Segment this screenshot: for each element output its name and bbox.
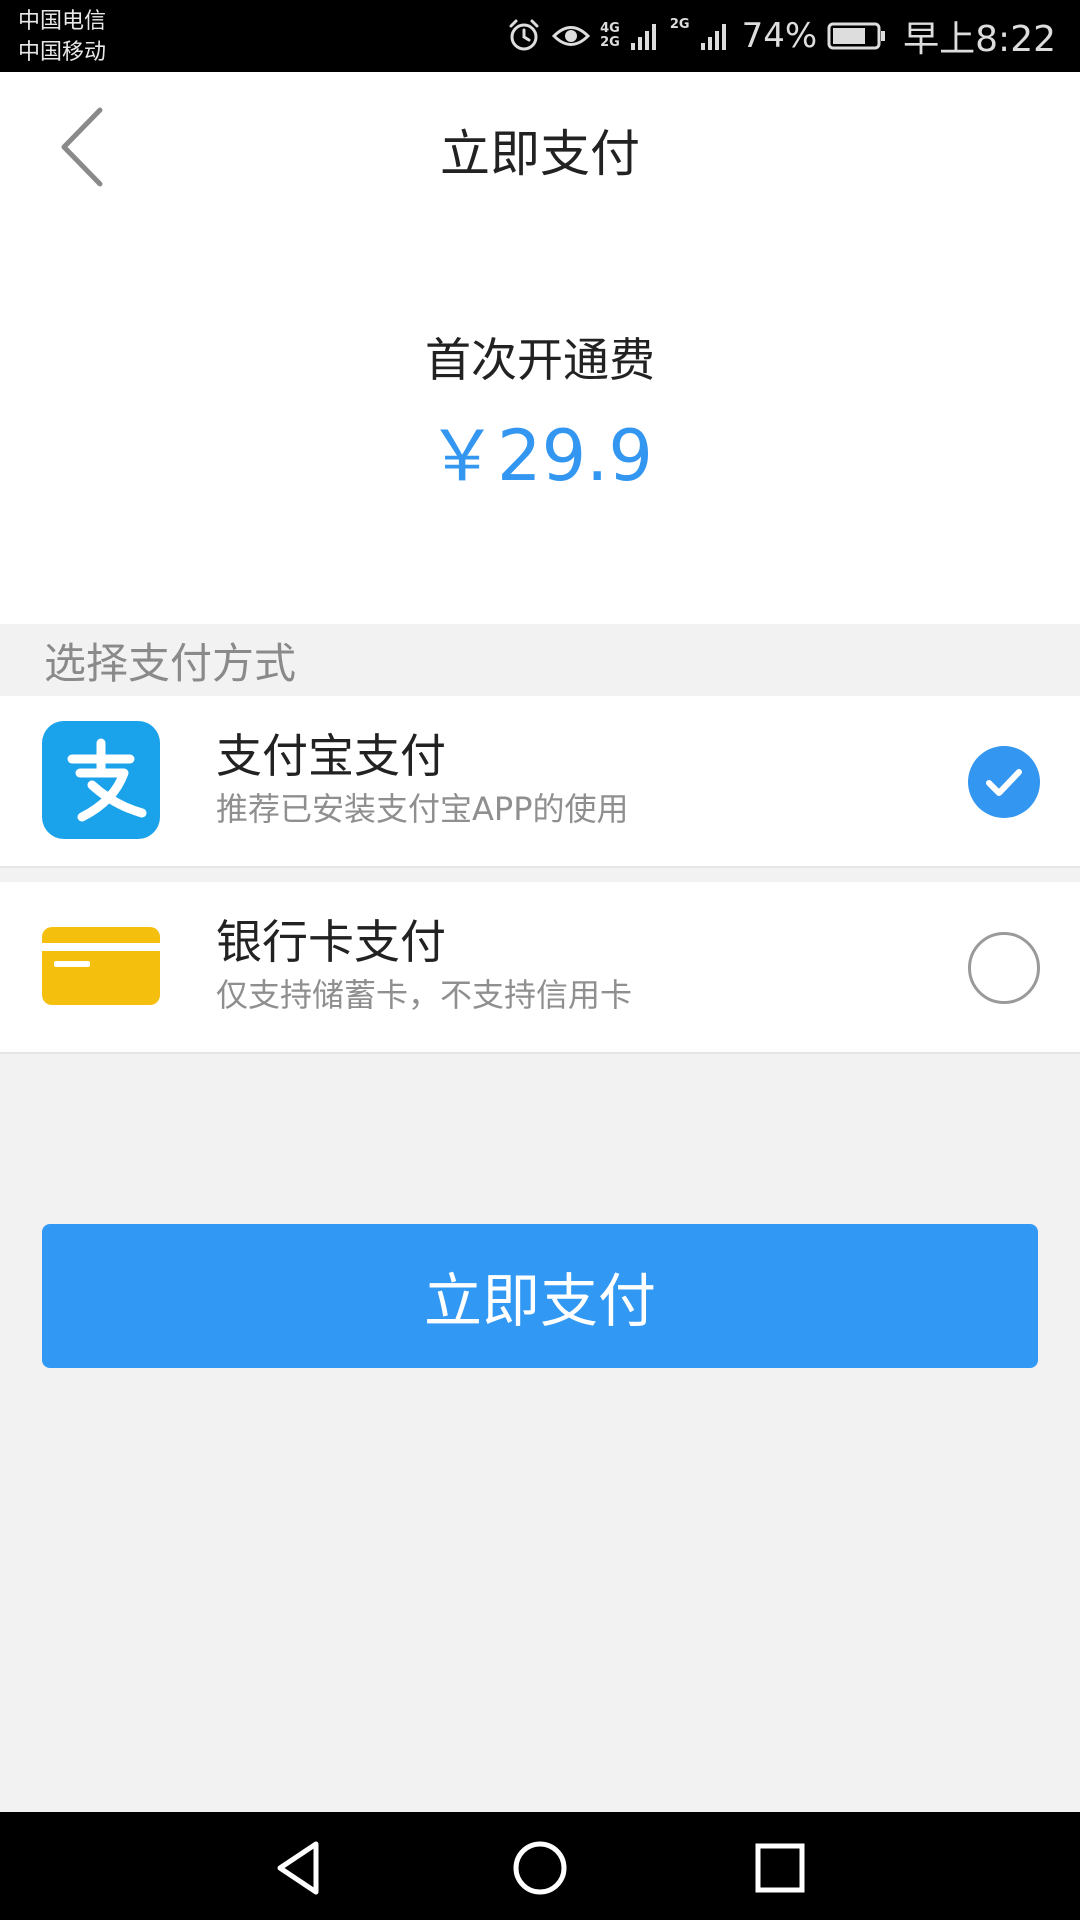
signal-1-network-bottom: 2G (600, 35, 620, 50)
option-description: 仅支持储蓄卡，不支持信用卡 (216, 976, 633, 1014)
alarm-icon (509, 19, 539, 51)
pay-now-button[interactable]: 立即支付 (42, 1224, 1038, 1368)
signal-strength-1-icon (630, 24, 656, 50)
signal-1-labels: 4G 2G (600, 22, 620, 50)
eye-comfort-icon (552, 26, 591, 46)
fee-label: 首次开通费 (425, 333, 655, 387)
payment-method-label: 选择支付方式 (44, 639, 297, 688)
triangle-back-icon (277, 1841, 319, 1895)
bank-card-icon (42, 927, 160, 1005)
clock: 早上8:22 (903, 19, 1056, 60)
page-title: 立即支付 (440, 125, 640, 183)
battery-icon (827, 22, 886, 50)
signal-strength-2-icon (700, 24, 726, 50)
battery-percent: 74% (741, 16, 818, 56)
square-recent-icon (755, 1843, 805, 1893)
nav-recent-apps-button[interactable] (748, 1836, 812, 1900)
status-bar: 中国电信 中国移动 4G 2G 2G 74% 早上8:22 (0, 0, 1080, 72)
payment-option-alipay[interactable]: 支付宝支付 推荐已安装支付宝APP的使用 (0, 696, 1080, 868)
checkmark-icon (986, 769, 1022, 796)
nav-home-button[interactable] (508, 1836, 572, 1900)
status-icons: 4G 2G 2G 74% 早上8:22 (506, 0, 1056, 72)
carrier-name-2: 中国移动 (18, 40, 107, 65)
navigation-bar (0, 1812, 1080, 1920)
option-title: 支付宝支付 (216, 729, 446, 783)
circle-home-icon (513, 1841, 567, 1895)
signal-2-network: 2G (669, 17, 690, 32)
option-description: 推荐已安装支付宝APP的使用 (216, 790, 629, 828)
signal-1-network-top: 4G (600, 21, 620, 36)
radio-unselected[interactable] (968, 932, 1040, 1004)
carrier-info: 中国电信 中国移动 (18, 6, 106, 68)
radio-selected[interactable] (968, 746, 1040, 818)
nav-back-button[interactable] (268, 1836, 332, 1900)
carrier-name-1: 中国电信 (18, 9, 107, 34)
amount-panel: 首次开通费 ￥29.9 (0, 224, 1080, 624)
header: 立即支付 (0, 72, 1080, 224)
alipay-icon (42, 721, 160, 839)
payment-option-bank-card[interactable]: 银行卡支付 仅支持储蓄卡，不支持信用卡 (0, 882, 1080, 1054)
option-title: 银行卡支付 (216, 915, 446, 969)
fee-amount: ￥29.9 (427, 415, 653, 497)
